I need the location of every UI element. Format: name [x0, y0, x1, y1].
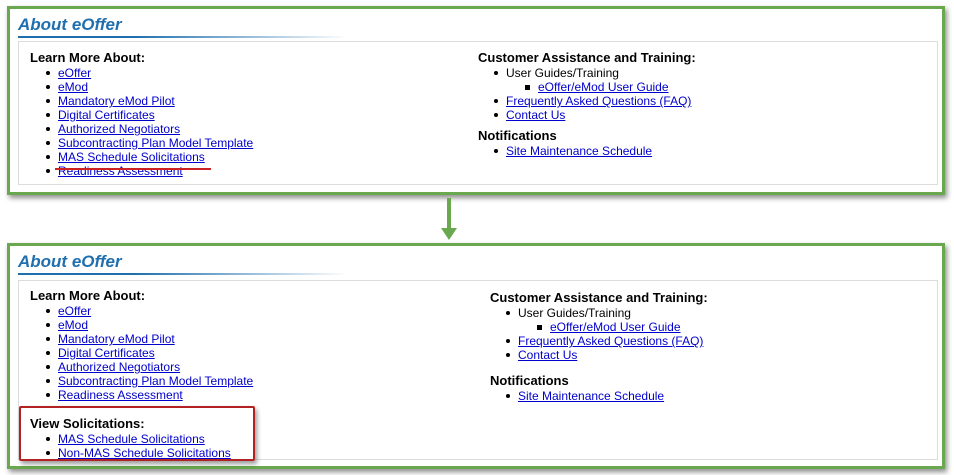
- customer-assistance-list: User Guides/Training eOffer/eMod User Gu…: [478, 66, 696, 122]
- user-guides-sublist: eOffer/eMod User Guide: [518, 320, 708, 334]
- link-authorized-negotiators[interactable]: Authorized Negotiators: [58, 360, 180, 374]
- highlight-box: [19, 406, 255, 461]
- about-eoffer-panel-after: About eOffer Learn More About: eOffer eM…: [7, 243, 945, 469]
- list-item: Subcontracting Plan Model Template: [30, 136, 253, 150]
- customer-assistance-heading: Customer Assistance and Training:: [490, 290, 708, 305]
- customer-assistance-heading: Customer Assistance and Training:: [478, 50, 696, 65]
- link-eoffer[interactable]: eOffer: [58, 304, 91, 318]
- list-item: Mandatory eMod Pilot: [30, 94, 253, 108]
- list-item: Readiness Assessment: [30, 164, 253, 178]
- panel-title-wrap: About eOffer: [18, 251, 348, 275]
- list-item: eOffer/eMod User Guide: [506, 80, 696, 94]
- list-item: Authorized Negotiators: [30, 122, 253, 136]
- link-emod[interactable]: eMod: [58, 318, 88, 332]
- link-contact-us[interactable]: Contact Us: [518, 348, 577, 362]
- link-mas-schedule-solicitations[interactable]: MAS Schedule Solicitations: [58, 150, 205, 164]
- list-item: Contact Us: [478, 108, 696, 122]
- list-item: Site Maintenance Schedule: [490, 389, 708, 403]
- learn-more-list: eOffer eMod Mandatory eMod Pilot Digital…: [30, 66, 253, 178]
- link-subcontracting-plan-template[interactable]: Subcontracting Plan Model Template: [58, 374, 253, 388]
- link-faq[interactable]: Frequently Asked Questions (FAQ): [518, 334, 703, 348]
- link-contact-us[interactable]: Contact Us: [506, 108, 565, 122]
- link-eoffer[interactable]: eOffer: [58, 66, 91, 80]
- notifications-list: Site Maintenance Schedule: [490, 389, 708, 403]
- list-item: eOffer/eMod User Guide: [518, 320, 708, 334]
- customer-assistance-list: User Guides/Training eOffer/eMod User Gu…: [490, 306, 708, 362]
- list-item: MAS Schedule Solicitations: [30, 150, 253, 164]
- list-item: eOffer: [30, 66, 253, 80]
- customer-assistance-section: Customer Assistance and Training: User G…: [478, 50, 696, 158]
- link-site-maintenance[interactable]: Site Maintenance Schedule: [518, 389, 664, 403]
- customer-assistance-section: Customer Assistance and Training: User G…: [490, 290, 708, 403]
- list-item: Authorized Negotiators: [30, 360, 253, 374]
- content-box: Learn More About: eOffer eMod Mandatory …: [18, 41, 938, 185]
- panel-title: About eOffer: [18, 15, 122, 34]
- list-item: eMod: [30, 80, 253, 94]
- notifications-heading: Notifications: [490, 373, 569, 388]
- user-guides-label: User Guides/Training: [506, 66, 619, 80]
- learn-more-list: eOffer eMod Mandatory eMod Pilot Digital…: [30, 304, 253, 402]
- content-box: Learn More About: eOffer eMod Mandatory …: [18, 280, 938, 461]
- learn-more-heading: Learn More About:: [30, 288, 146, 303]
- list-item: Readiness Assessment: [30, 388, 253, 402]
- list-item: Mandatory eMod Pilot: [30, 332, 253, 346]
- learn-more-heading: Learn More About:: [30, 50, 146, 65]
- link-mandatory-emod-pilot[interactable]: Mandatory eMod Pilot: [58, 332, 175, 346]
- title-underline: [18, 273, 348, 275]
- link-readiness-assessment[interactable]: Readiness Assessment: [58, 164, 183, 178]
- notifications-list: Site Maintenance Schedule: [478, 144, 696, 158]
- list-item: eMod: [30, 318, 253, 332]
- link-subcontracting-plan-template[interactable]: Subcontracting Plan Model Template: [58, 136, 253, 150]
- link-user-guide[interactable]: eOffer/eMod User Guide: [538, 80, 669, 94]
- link-authorized-negotiators[interactable]: Authorized Negotiators: [58, 122, 180, 136]
- list-item: Frequently Asked Questions (FAQ): [490, 334, 708, 348]
- user-guides-label: User Guides/Training: [518, 306, 631, 320]
- panel-title-wrap: About eOffer: [18, 14, 348, 38]
- link-faq[interactable]: Frequently Asked Questions (FAQ): [506, 94, 691, 108]
- link-mandatory-emod-pilot[interactable]: Mandatory eMod Pilot: [58, 94, 175, 108]
- user-guides-sublist: eOffer/eMod User Guide: [506, 80, 696, 94]
- list-item: eOffer: [30, 304, 253, 318]
- link-emod[interactable]: eMod: [58, 80, 88, 94]
- list-item: Subcontracting Plan Model Template: [30, 374, 253, 388]
- link-digital-certificates[interactable]: Digital Certificates: [58, 346, 155, 360]
- about-eoffer-panel-before: About eOffer Learn More About: eOffer eM…: [7, 6, 945, 195]
- link-readiness-assessment[interactable]: Readiness Assessment: [58, 388, 183, 402]
- list-item: Frequently Asked Questions (FAQ): [478, 94, 696, 108]
- arrow-head-icon: [441, 228, 457, 240]
- link-site-maintenance[interactable]: Site Maintenance Schedule: [506, 144, 652, 158]
- list-item: Site Maintenance Schedule: [478, 144, 696, 158]
- link-digital-certificates[interactable]: Digital Certificates: [58, 108, 155, 122]
- learn-more-section: Learn More About: eOffer eMod Mandatory …: [30, 50, 253, 178]
- list-item: Digital Certificates: [30, 108, 253, 122]
- notifications-heading: Notifications: [478, 128, 557, 143]
- list-item: User Guides/Training eOffer/eMod User Gu…: [490, 306, 708, 334]
- list-item: Contact Us: [490, 348, 708, 362]
- red-underline-mark: [55, 168, 211, 170]
- title-underline: [18, 36, 348, 38]
- panel-title: About eOffer: [18, 252, 122, 271]
- list-item: User Guides/Training eOffer/eMod User Gu…: [478, 66, 696, 94]
- list-item: Digital Certificates: [30, 346, 253, 360]
- arrow-down-icon: [447, 198, 451, 230]
- link-user-guide[interactable]: eOffer/eMod User Guide: [550, 320, 681, 334]
